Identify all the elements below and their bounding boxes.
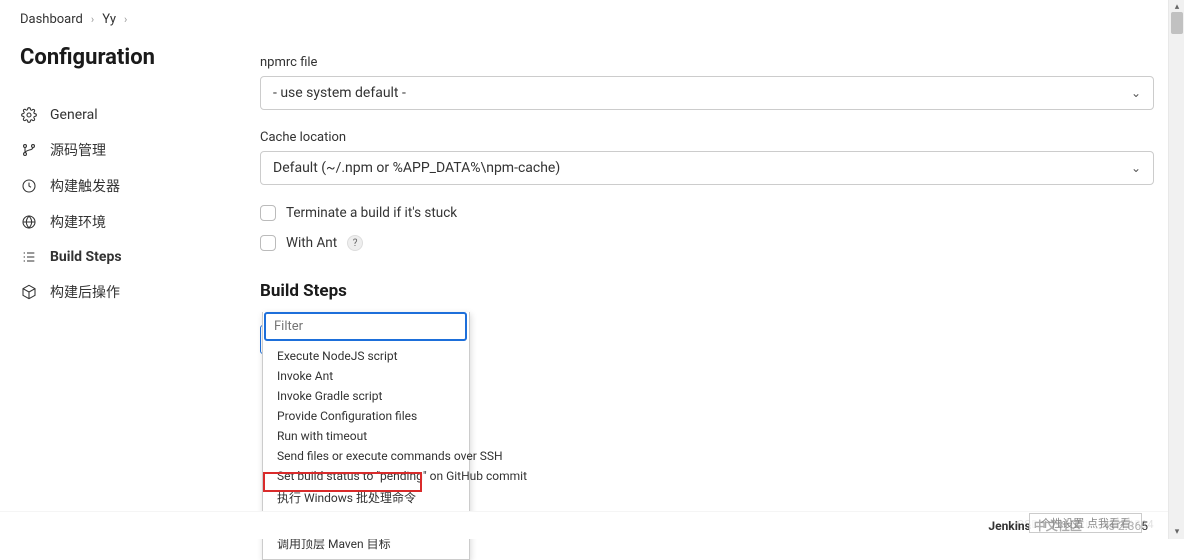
list-icon [20,248,38,266]
sidebar-item-label: 构建后操作 [50,282,120,302]
npmrc-select[interactable]: - use system default - ⌄ [260,76,1154,110]
sidebar-item-source[interactable]: 源码管理 [20,132,230,168]
terminate-checkbox[interactable] [260,205,276,221]
sidebar-item-post-build[interactable]: 构建后操作 [20,274,230,310]
filter-input[interactable] [264,312,467,341]
sidebar-item-label: 构建触发器 [50,176,120,196]
sidebar: Configuration General 源码管理 构建触发器 构建环境 [20,35,230,354]
watermark-box: 个性设置 点我看看 [1029,513,1142,533]
clock-icon [20,177,38,195]
scrollbar[interactable]: ▴ ▾ [1168,0,1184,539]
cache-field: Cache location Default (~/.npm or %APP_D… [260,130,1154,185]
footer: Jenkins 中文社区 is 2.365 [0,511,1168,539]
chevron-right-icon: › [91,13,94,26]
terminate-label: Terminate a build if it's stuck [286,205,457,221]
cache-label: Cache location [260,130,1154,145]
sidebar-item-label: 构建环境 [50,212,106,232]
scroll-up-icon[interactable]: ▴ [1172,2,1182,12]
option-provide-config[interactable]: Provide Configuration files [263,406,469,426]
scroll-down-icon[interactable]: ▾ [1172,527,1182,537]
sidebar-item-label: Build Steps [50,249,122,265]
breadcrumb: Dashboard › Yy › [0,0,1184,35]
with-ant-label: With Ant [286,235,337,251]
breadcrumb-item-dashboard[interactable]: Dashboard [20,12,83,27]
option-github-pending[interactable]: Set build status to "pending" on GitHub … [263,466,469,486]
sidebar-item-build-steps[interactable]: Build Steps [20,240,230,274]
npmrc-label: npmrc file [260,55,1154,70]
option-execute-nodejs[interactable]: Execute NodeJS script [263,346,469,366]
cube-icon [20,283,38,301]
page-title: Configuration [20,45,230,70]
terminate-checkbox-row[interactable]: Terminate a build if it's stuck [260,205,1154,221]
option-run-timeout[interactable]: Run with timeout [263,426,469,446]
sidebar-item-general[interactable]: General [20,98,230,132]
option-send-ssh[interactable]: Send files or execute commands over SSH [263,446,469,466]
cache-value: Default (~/.npm or %APP_DATA%\npm-cache) [273,160,560,176]
sidebar-item-label: 源码管理 [50,140,106,160]
chevron-down-icon: ⌄ [1131,161,1141,175]
branch-icon [20,141,38,159]
npmrc-value: - use system default - [273,85,406,101]
globe-icon [20,213,38,231]
main-content: npmrc file - use system default - ⌄ Cach… [230,35,1184,354]
help-icon[interactable]: ? [347,235,363,251]
sidebar-item-triggers[interactable]: 构建触发器 [20,168,230,204]
with-ant-checkbox[interactable] [260,235,276,251]
option-invoke-gradle[interactable]: Invoke Gradle script [263,386,469,406]
scrollbar-thumb[interactable] [1171,12,1183,34]
build-steps-heading: Build Steps [260,281,1154,301]
option-windows-batch[interactable]: 执行 Windows 批处理命令 [263,486,469,509]
gear-icon [20,106,38,124]
chevron-down-icon: ⌄ [1131,86,1141,100]
cache-select[interactable]: Default (~/.npm or %APP_DATA%\npm-cache)… [260,151,1154,185]
option-invoke-ant[interactable]: Invoke Ant [263,366,469,386]
npmrc-field: npmrc file - use system default - ⌄ [260,55,1154,110]
with-ant-checkbox-row[interactable]: With Ant ? [260,235,1154,251]
breadcrumb-item-project[interactable]: Yy [102,12,116,27]
chevron-right-icon: › [124,13,127,26]
sidebar-item-environment[interactable]: 构建环境 [20,204,230,240]
sidebar-item-label: General [50,107,98,123]
